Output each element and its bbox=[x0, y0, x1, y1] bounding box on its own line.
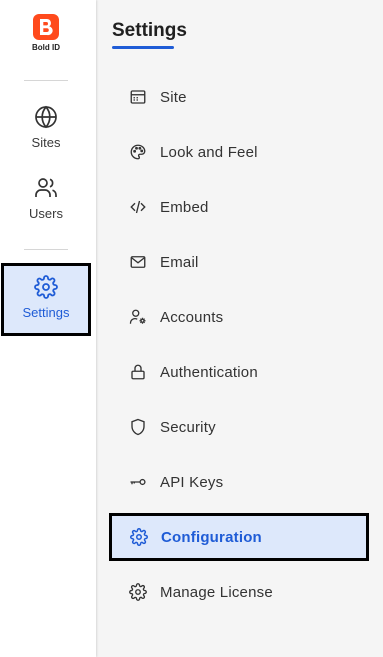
gear-icon bbox=[130, 528, 148, 546]
palette-icon bbox=[130, 144, 146, 160]
rail-item-settings[interactable]: Settings bbox=[1, 263, 91, 336]
menu-label-email: Email bbox=[160, 253, 199, 271]
rail-label-settings: Settings bbox=[22, 305, 70, 320]
lock-icon bbox=[131, 364, 145, 380]
key-icon bbox=[130, 478, 146, 486]
menu-item-authentication[interactable]: Authentication bbox=[112, 350, 368, 394]
menu-item-api-keys[interactable]: API Keys bbox=[112, 460, 368, 504]
rail-item-users[interactable]: Users bbox=[0, 176, 92, 221]
menu-label-api-keys: API Keys bbox=[160, 473, 224, 491]
mail-icon bbox=[130, 256, 146, 268]
menu-label-accounts: Accounts bbox=[160, 308, 224, 326]
site-icon bbox=[130, 90, 146, 104]
menu-item-site[interactable]: Site bbox=[112, 75, 368, 119]
page-title: Settings bbox=[112, 20, 187, 41]
menu-item-manage-license[interactable]: Manage License bbox=[112, 570, 368, 614]
menu-item-embed[interactable]: Embed bbox=[112, 185, 368, 229]
left-rail: Bold ID Sites Users Settings bbox=[0, 0, 96, 657]
menu-item-accounts[interactable]: Accounts bbox=[112, 295, 368, 339]
menu-label-site: Site bbox=[160, 88, 187, 106]
settings-panel: Settings Site Look and Feel Embed Email … bbox=[96, 0, 383, 657]
menu-label-configuration: Configuration bbox=[161, 528, 262, 546]
menu-label-authentication: Authentication bbox=[160, 363, 258, 381]
menu-label-manage-license: Manage License bbox=[160, 583, 273, 601]
rail-label-users: Users bbox=[29, 206, 63, 221]
rail-divider bbox=[24, 80, 68, 81]
menu-label-embed: Embed bbox=[160, 198, 209, 216]
code-icon bbox=[130, 200, 146, 214]
menu-item-security[interactable]: Security bbox=[112, 405, 368, 449]
menu-label-look-and-feel: Look and Feel bbox=[160, 143, 258, 161]
menu-item-configuration[interactable]: Configuration bbox=[109, 513, 369, 561]
license-icon bbox=[129, 583, 147, 601]
gear-icon bbox=[34, 275, 58, 299]
menu-label-security: Security bbox=[160, 418, 216, 436]
rail-label-sites: Sites bbox=[31, 135, 61, 150]
menu-item-email[interactable]: Email bbox=[112, 240, 368, 284]
accounts-icon bbox=[129, 309, 146, 324]
menu-item-look-and-feel[interactable]: Look and Feel bbox=[112, 130, 368, 174]
rail-item-sites[interactable]: Sites bbox=[0, 105, 92, 150]
users-icon bbox=[35, 178, 57, 197]
globe-icon bbox=[35, 105, 57, 129]
bold-id-logo-icon[interactable] bbox=[33, 14, 59, 40]
title-underline bbox=[112, 46, 174, 49]
rail-divider bbox=[24, 249, 68, 250]
logo-text: Bold ID bbox=[32, 43, 60, 52]
shield-icon bbox=[131, 418, 145, 436]
